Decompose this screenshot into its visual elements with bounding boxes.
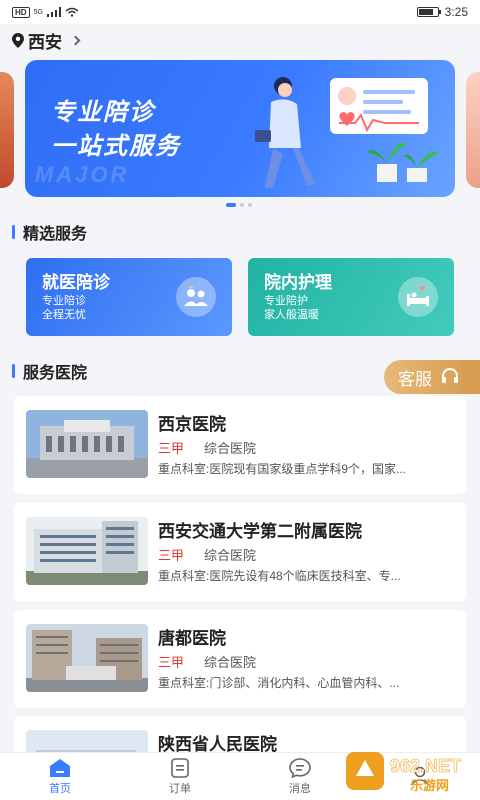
headset-icon [442, 368, 458, 383]
hospital-name: 西安交通大学第二附属医院 [158, 522, 362, 541]
banner-slide[interactable]: MAJOR 专业陪诊 一站式服务 [25, 60, 455, 197]
service-subtitle: 专业陪护 [264, 295, 308, 307]
carousel-dot[interactable] [226, 203, 236, 207]
nav-label: 消息 [289, 782, 311, 795]
watermark-logo: 962.NET 乐游网 [346, 752, 461, 793]
wifi-icon [65, 7, 79, 17]
hospital-description: 重点科室:门诊部、消化内科、心血管内科、... [158, 676, 400, 690]
service-subtitle: 家人般温暖 [264, 309, 319, 321]
hospital-description: 重点科室:医院现有国家级重点学科9个，国家... [158, 462, 407, 476]
service-subtitle: 专业陪诊 [42, 295, 86, 307]
nurse-illustration [255, 77, 439, 188]
banner-prev-peek[interactable] [0, 72, 14, 188]
nav-messages[interactable]: 消息 [240, 753, 360, 800]
hospital-card[interactable]: 西安交通大学第二附属医院 三甲 综合医院 重点科室:医院先设有48个临床医技科室… [14, 503, 466, 601]
service-title: 院内护理 [264, 273, 332, 292]
nav-home[interactable]: 首页 [0, 753, 120, 800]
banner-next-peek[interactable] [466, 72, 480, 188]
title-accent-bar [12, 225, 15, 239]
nav-label: 首页 [49, 782, 71, 795]
order-icon [171, 757, 189, 778]
carousel-dot[interactable] [240, 203, 244, 207]
hospital-photo [26, 624, 148, 692]
service-card-escort[interactable]: 就医陪诊 专业陪诊 全程无忧 [26, 258, 232, 336]
watermark-brand: 962.NET [390, 756, 461, 776]
bed-care-icon [398, 277, 438, 317]
hospital-photo [26, 410, 148, 478]
hospital-type: 综合医院 [204, 655, 257, 670]
hospital-level-badge: 三甲 [158, 548, 185, 563]
banner-carousel[interactable]: MAJOR 专业陪诊 一站式服务 [0, 60, 480, 200]
featured-section-title: 精选服务 [12, 220, 87, 244]
customer-service-button[interactable]: 客服 [384, 360, 480, 394]
nav-label: 订单 [169, 782, 191, 795]
hospital-card[interactable]: 唐都医院 三甲 综合医院 重点科室:门诊部、消化内科、心血管内科、... [14, 610, 466, 708]
city-name: 西安 [28, 33, 62, 52]
carousel-indicator [226, 203, 252, 207]
battery-icon [416, 7, 441, 17]
chevron-right-icon [70, 35, 81, 46]
status-time: 3:25 [444, 5, 468, 19]
hospital-type: 综合医院 [204, 548, 257, 563]
hospital-type: 综合医院 [204, 441, 257, 456]
people-icon [176, 277, 216, 317]
hospital-name: 西京医院 [158, 415, 226, 434]
banner-bg-text: MAJOR [35, 162, 130, 187]
location-selector[interactable]: 西安 [12, 28, 81, 53]
service-subtitle: 全程无忧 [42, 309, 86, 321]
hospital-card[interactable]: 西京医院 三甲 综合医院 重点科室:医院现有国家级重点学科9个，国家... [14, 396, 466, 494]
nav-orders[interactable]: 订单 [120, 753, 240, 800]
customer-service-label: 客服 [398, 369, 432, 389]
featured-title-text: 精选服务 [23, 226, 88, 243]
hospitals-section-title: 服务医院 [12, 359, 87, 383]
hospital-name: 唐都医院 [158, 629, 226, 648]
network-badge: HD [12, 6, 30, 18]
watermark-sub: 乐游网 [410, 778, 449, 793]
carousel-dot[interactable] [248, 203, 252, 207]
hospital-level-badge: 三甲 [158, 441, 185, 456]
service-title: 就医陪诊 [42, 273, 110, 292]
signal-label: 5G [33, 8, 43, 16]
home-icon [50, 758, 70, 777]
banner-headline-1: 专业陪诊 [51, 99, 155, 126]
title-accent-bar [12, 364, 15, 378]
message-icon [289, 757, 311, 778]
service-card-nursing[interactable]: 院内护理 专业陪护 家人般温暖 [248, 258, 454, 336]
hospital-description: 重点科室:医院先设有48个临床医技科室、专... [158, 569, 401, 583]
location-pin-icon [12, 33, 24, 48]
hospital-photo [26, 517, 148, 585]
signal-icon [46, 7, 61, 17]
hospitals-title-text: 服务医院 [23, 365, 88, 382]
status-bar: HD 5G 3:25 [0, 0, 480, 24]
banner-headline-2: 一站式服务 [51, 133, 181, 160]
hospital-level-badge: 三甲 [158, 655, 185, 670]
